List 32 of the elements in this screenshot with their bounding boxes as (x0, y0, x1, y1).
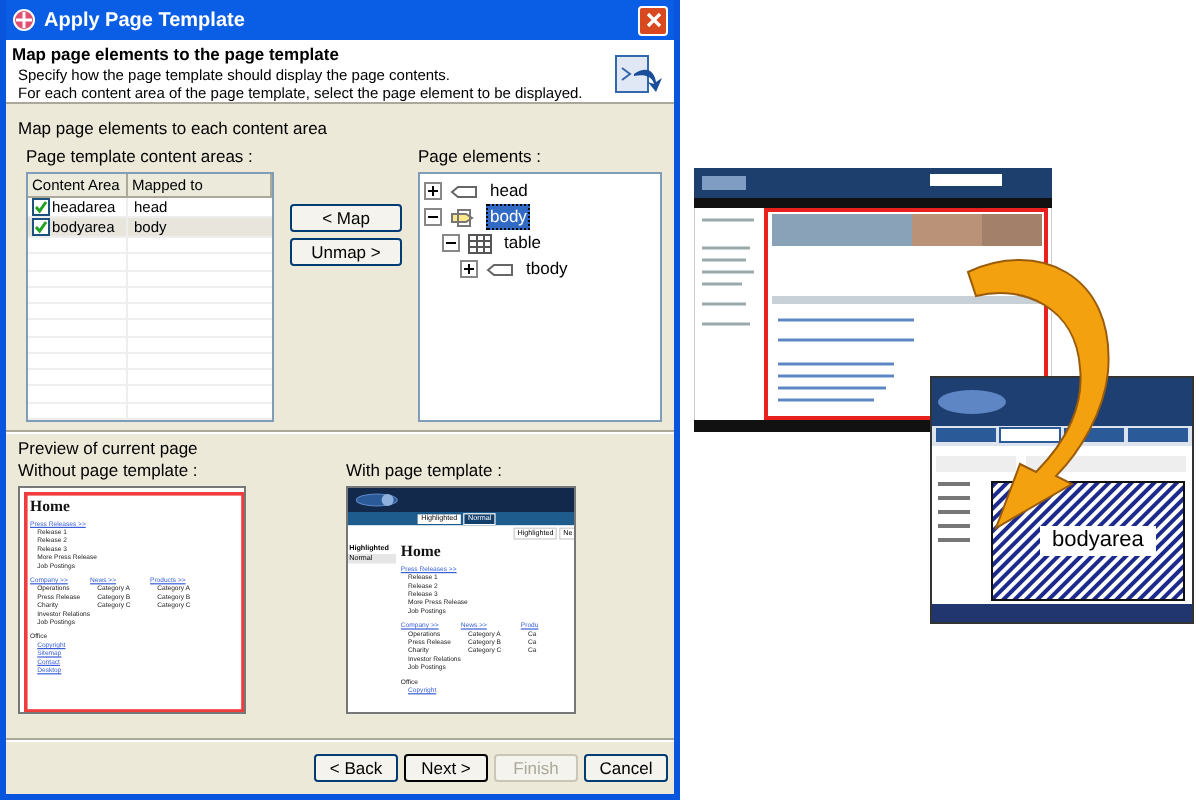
tree-item[interactable]: table (500, 230, 545, 256)
map-button[interactable]: < Map (290, 204, 402, 232)
section-label: Map page elements to each content area (18, 118, 330, 140)
checkbox[interactable] (32, 218, 50, 236)
collapse-icon[interactable] (442, 234, 460, 252)
close-icon (645, 12, 661, 28)
elements-label: Page elements : (418, 146, 543, 168)
wizard-button[interactable]: Next > (404, 754, 488, 782)
expand-icon[interactable] (424, 182, 442, 200)
tag-icon (486, 261, 514, 277)
tag-icon (450, 207, 478, 227)
close-button[interactable] (638, 5, 668, 35)
template-icon (614, 50, 666, 98)
preview-title: Preview of current page (18, 438, 200, 460)
window-title: Apply Page Template (44, 9, 247, 31)
tag-icon (450, 183, 478, 199)
preview-label: With page template : (346, 460, 504, 482)
header-title: Map page elements to the page template (12, 44, 341, 66)
tree-item[interactable]: tbody (522, 256, 572, 282)
collapse-icon[interactable] (424, 208, 442, 226)
areas-label: Page template content areas : (26, 146, 255, 168)
expand-icon[interactable] (460, 260, 478, 278)
wizard-button[interactable]: Cancel (584, 754, 668, 782)
wizard-button[interactable]: < Back (314, 754, 398, 782)
table-icon (468, 233, 492, 253)
preview-label: Without page template : (18, 460, 200, 482)
app-icon (12, 8, 36, 32)
map-button[interactable]: Unmap > (290, 238, 402, 266)
tree-item[interactable]: head (486, 178, 532, 204)
checkbox[interactable] (32, 198, 50, 216)
tree-item[interactable]: body (486, 204, 531, 230)
content-area-label: bodyarea (1040, 526, 1156, 556)
